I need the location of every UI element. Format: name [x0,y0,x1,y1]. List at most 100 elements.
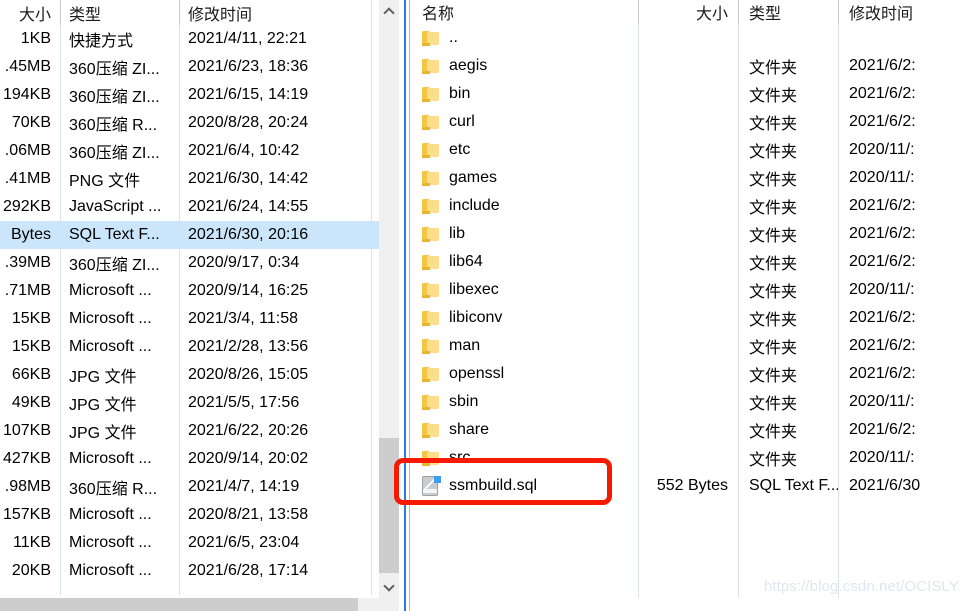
scroll-down-icon[interactable] [379,576,399,598]
table-row[interactable]: libexec 文件夹 2020/11/: [412,276,965,304]
table-row[interactable]: lib 文件夹 2021/6/2: [412,220,965,248]
table-row[interactable]: share 文件夹 2021/6/2: [412,416,965,444]
cell-date: 2021/6/30, 20:16 [188,226,309,243]
table-row[interactable]: 20KB Microsoft ... 2021/6/28, 17:14 [0,557,399,585]
cell-date: 2021/6/2: [849,365,916,382]
cell-name: include [412,197,638,215]
cell-type: 文件夹 [749,116,798,133]
table-row[interactable]: curl 文件夹 2021/6/2: [412,108,965,136]
folder-icon [422,198,439,214]
cell-type: 360压缩 R... [69,117,158,134]
table-row[interactable]: games 文件夹 2020/11/: [412,164,965,192]
table-row[interactable]: .71MB Microsoft ... 2020/9/14, 16:25 [0,277,399,305]
file-name-label: openssl [449,365,505,382]
table-row[interactable]: openssl 文件夹 2021/6/2: [412,360,965,388]
table-row[interactable]: .39MB 360压缩 ZI... 2020/9/17, 0:34 [0,249,399,277]
table-row[interactable]: sbin 文件夹 2020/11/: [412,388,965,416]
table-row[interactable]: Bytes SQL Text F... 2021/6/30, 20:16 [0,221,399,249]
column-header-size-right[interactable]: 大小 [638,0,738,24]
left-vertical-scrollbar[interactable] [379,0,399,598]
table-row[interactable]: 66KB JPG 文件 2020/8/26, 15:05 [0,361,399,389]
column-header-type-right[interactable]: 类型 [738,0,838,24]
table-row[interactable]: etc 文件夹 2020/11/: [412,136,965,164]
cell-type: 360压缩 ZI... [69,61,160,78]
cell-size: .45MB [4,58,51,75]
cell-name: .. [412,29,638,47]
table-row[interactable]: 194KB 360压缩 ZI... 2021/6/15, 14:19 [0,81,399,109]
cell-type: 文件夹 [749,424,798,441]
table-row[interactable]: .. [412,24,965,52]
cell-type: 360压缩 ZI... [69,257,160,274]
cell-date: 2021/4/7, 14:19 [188,478,300,495]
cell-date: 2021/6/15, 14:19 [188,86,309,103]
file-name-label: share [449,421,490,438]
table-row[interactable]: lib64 文件夹 2021/6/2: [412,248,965,276]
table-row[interactable]: bin 文件夹 2021/6/2: [412,80,965,108]
folder-icon [422,30,439,46]
table-row[interactable]: 15KB Microsoft ... 2021/3/4, 11:58 [0,305,399,333]
table-row[interactable]: include 文件夹 2021/6/2: [412,192,965,220]
cell-type: SQL Text F... [749,477,838,494]
table-row[interactable]: .45MB 360压缩 ZI... 2021/6/23, 18:36 [0,53,399,81]
sql-file-icon [422,476,441,496]
left-horizontal-scrollbar[interactable] [0,598,399,611]
table-row[interactable]: 427KB Microsoft ... 2020/9/14, 20:02 [0,445,399,473]
cell-date: 2021/2/28, 13:56 [188,338,309,355]
table-row[interactable]: .41MB PNG 文件 2021/6/30, 14:42 [0,165,399,193]
table-row[interactable]: aegis 文件夹 2021/6/2: [412,52,965,80]
cell-size: 15KB [11,338,51,355]
cell-name: openssl [412,365,638,383]
cell-name: curl [412,113,638,131]
table-row[interactable]: 157KB Microsoft ... 2020/8/21, 13:58 [0,501,399,529]
table-row[interactable]: 1KB 快捷方式 2021/4/11, 22:21 [0,25,399,53]
file-name-label: libiconv [449,309,503,326]
left-column-header-row: 大小 类型 修改时间 [0,0,399,25]
cell-type: 360压缩 ZI... [69,89,160,106]
table-row[interactable]: 70KB 360压缩 R... 2020/8/28, 20:24 [0,109,399,137]
bottom-filler-strip [412,598,965,611]
cell-date: 2020/11/: [849,449,915,466]
left-file-list-pane[interactable]: 大小 类型 修改时间 1KB 快捷方式 2021/4/11, 22:21 .45MB 3… [0,0,399,611]
table-row[interactable]: src 文件夹 2020/11/: [412,444,965,472]
table-row[interactable]: libiconv 文件夹 2021/6/2: [412,304,965,332]
cell-type: PNG 文件 [69,173,141,190]
folder-icon [422,254,439,270]
cell-date: 2021/6/2: [849,85,916,102]
scroll-up-icon[interactable] [379,0,399,22]
cell-type: Microsoft ... [69,338,152,355]
left-scrollbar-thumb[interactable] [379,438,399,573]
cell-date: 2020/9/14, 20:02 [188,450,309,467]
table-row[interactable]: 107KB JPG 文件 2021/6/22, 20:26 [0,417,399,445]
cell-size: 157KB [2,506,51,523]
left-hscrollbar-thumb[interactable] [0,598,358,611]
right-file-list-pane[interactable]: 名称 大小 类型 修改时间 .. aegis 文件夹 2021/6/2: bin 文件夹 2… [412,0,965,611]
column-header-date-right[interactable]: 修改时间 [838,0,965,24]
file-name-label: games [449,169,498,186]
table-row[interactable]: ssmbuild.sql 552 Bytes SQL Text F... 2021/6… [412,472,965,500]
cell-type: 360压缩 ZI... [69,145,160,162]
column-header-date[interactable]: 修改时间 [179,1,399,25]
folder-icon [422,338,439,354]
file-manager-screenshot: 大小 类型 修改时间 1KB 快捷方式 2021/4/11, 22:21 .45MB 3… [0,0,965,611]
folder-icon [422,450,439,466]
column-header-type[interactable]: 类型 [60,1,179,25]
column-header-size[interactable]: 大小 [0,1,60,25]
folder-icon [422,226,439,242]
cell-date: 2021/6/4, 10:42 [188,142,300,159]
cell-type: 360压缩 R... [69,481,158,498]
cell-date: 2020/8/26, 15:05 [188,366,309,383]
cell-type: 文件夹 [749,200,798,217]
table-row[interactable]: .06MB 360压缩 ZI... 2021/6/4, 10:42 [0,137,399,165]
table-row[interactable]: 11KB Microsoft ... 2021/6/5, 23:04 [0,529,399,557]
table-row[interactable]: 292KB JavaScript ... 2021/6/24, 14:55 [0,193,399,221]
table-row[interactable]: 49KB JPG 文件 2021/5/5, 17:56 [0,389,399,417]
column-header-name[interactable]: 名称 [412,0,638,24]
folder-icon [422,86,439,102]
table-row[interactable]: .98MB 360压缩 R... 2021/4/7, 14:19 [0,473,399,501]
cell-type: Microsoft ... [69,506,152,523]
table-row[interactable]: man 文件夹 2021/6/2: [412,332,965,360]
cell-name: share [412,421,638,439]
cell-type: 文件夹 [749,284,798,301]
cell-type: 文件夹 [749,60,798,77]
table-row[interactable]: 15KB Microsoft ... 2021/2/28, 13:56 [0,333,399,361]
